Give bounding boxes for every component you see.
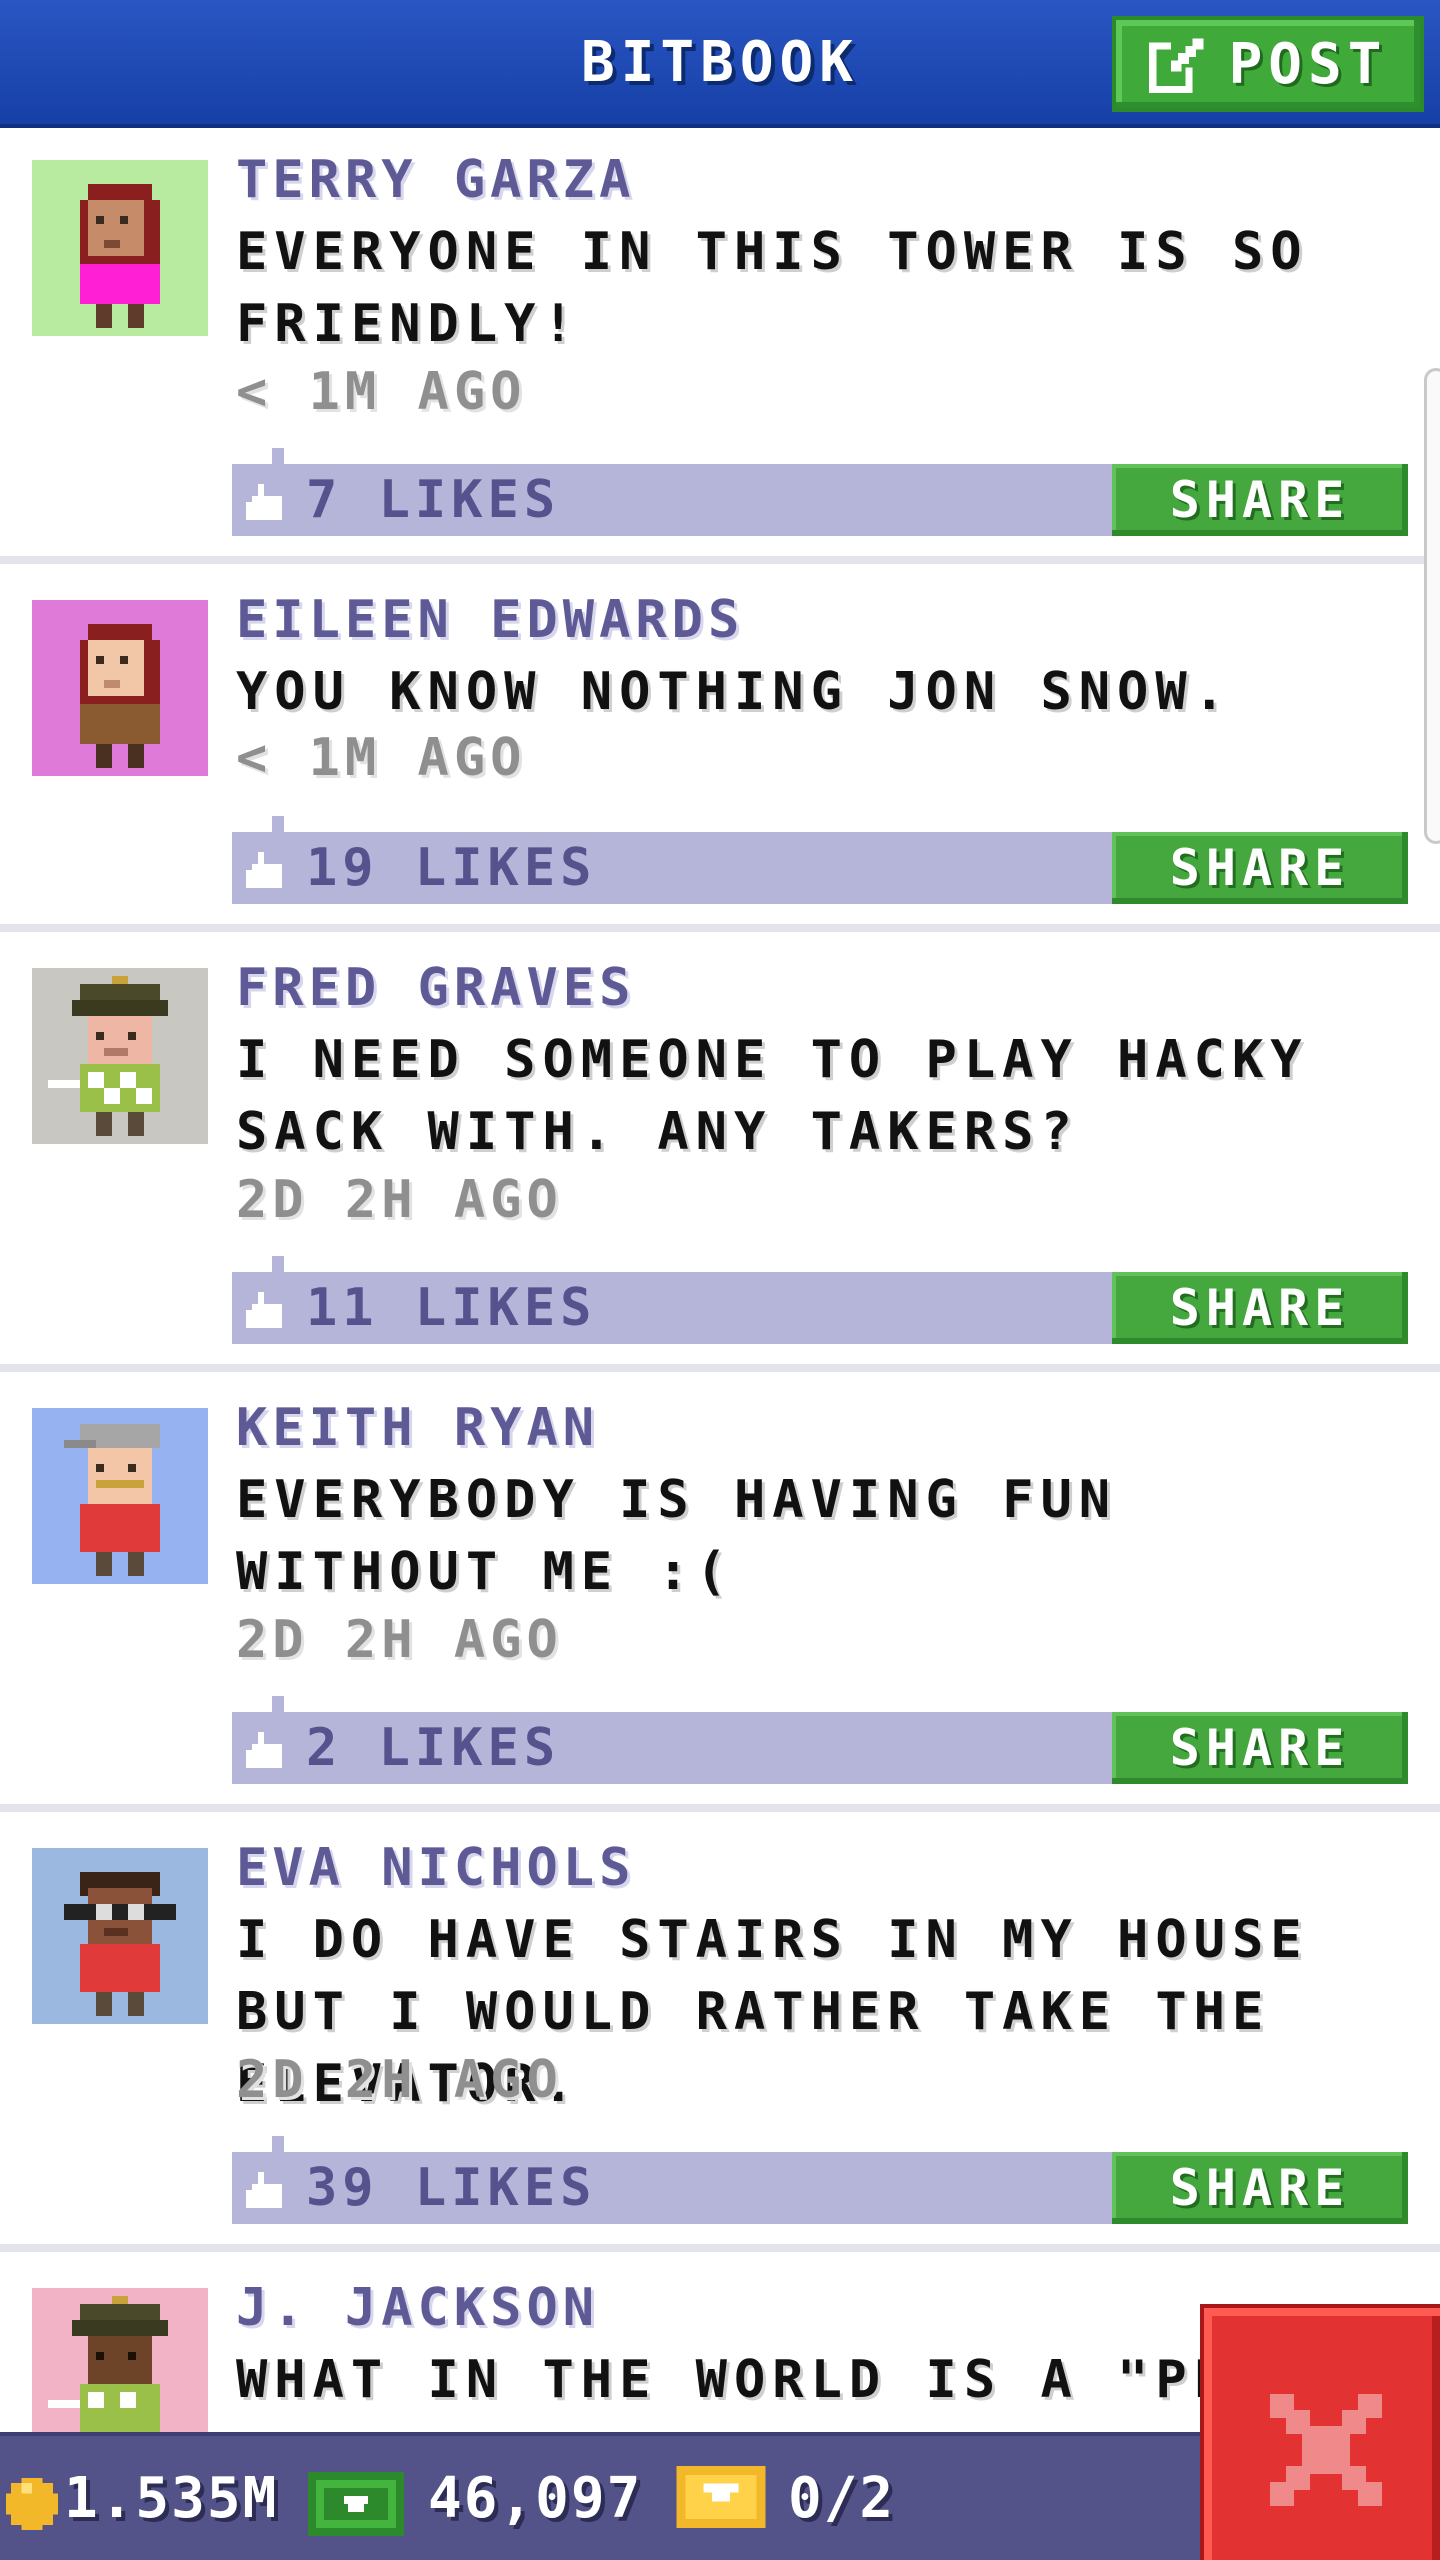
scrollbar[interactable] <box>1424 368 1440 844</box>
thumbs-up-icon <box>246 1732 282 1768</box>
close-icon <box>1270 2394 1382 2506</box>
post-time: 2D 2H AGO <box>236 1170 563 1230</box>
like-bar[interactable]: 11 LIKES <box>232 1256 1112 1344</box>
avatar <box>32 1848 208 2024</box>
post-author: TERRY GARZA <box>236 150 636 210</box>
thumbs-up-icon <box>246 852 282 888</box>
like-bar[interactable]: 7 LIKES <box>232 448 1112 536</box>
like-bar[interactable]: 39 LIKES <box>232 2136 1112 2224</box>
divider <box>0 2244 1440 2252</box>
like-count: 19 LIKES <box>306 838 597 898</box>
cash-icon <box>308 2472 404 2536</box>
avatar <box>32 968 208 1144</box>
like-count: 11 LIKES <box>306 1278 597 1338</box>
share-button[interactable]: SHARE <box>1112 1712 1408 1784</box>
list-item: FRED GRAVES I NEED SOMEONE TO PLAY HACKY… <box>0 940 1440 1372</box>
post-button-label: POST <box>1228 31 1388 97</box>
avatar <box>32 2288 208 2432</box>
like-bar[interactable]: 19 LIKES <box>232 816 1112 904</box>
post-author: EILEEN EDWARDS <box>236 590 745 650</box>
avatar <box>32 160 208 336</box>
coin-icon <box>6 2478 58 2530</box>
like-count: 2 LIKES <box>306 1718 561 1778</box>
divider <box>0 556 1440 564</box>
like-bar[interactable]: 2 LIKES <box>232 1696 1112 1784</box>
avatar <box>32 600 208 776</box>
share-button[interactable]: SHARE <box>1112 1272 1408 1344</box>
thumbs-up-icon <box>246 2172 282 2208</box>
ticket-count: 0/2 <box>788 2466 896 2531</box>
coin-count: 1.535M <box>64 2466 279 2531</box>
divider <box>0 1364 1440 1372</box>
ticket-icon <box>676 2466 766 2528</box>
like-count: 7 LIKES <box>306 470 561 530</box>
like-count: 39 LIKES <box>306 2158 597 2218</box>
post-author: FRED GRAVES <box>236 958 636 1018</box>
post-message: I NEED SOMEONE TO PLAY HACKY SACK WITH. … <box>236 1030 1309 1162</box>
post-message: EVERYBODY IS HAVING FUN WITHOUT ME :( <box>236 1470 1118 1602</box>
avatar <box>32 1408 208 1584</box>
list-item: KEITH RYAN EVERYBODY IS HAVING FUN WITHO… <box>0 1380 1440 1812</box>
post-time: < 1M AGO <box>236 362 527 422</box>
post-time: 2D 2H AGO <box>236 2050 563 2110</box>
post-author: EVA NICHOLS <box>236 1838 636 1898</box>
share-button[interactable]: SHARE <box>1112 2152 1408 2224</box>
list-item: EVA NICHOLS I DO HAVE STAIRS IN MY HOUSE… <box>0 1820 1440 2252</box>
close-button[interactable] <box>1200 2304 1440 2560</box>
post-author: J. JACKSON <box>236 2278 600 2338</box>
post-button[interactable]: POST <box>1112 16 1424 112</box>
post-message: YOU KNOW NOTHING JON SNOW. <box>236 662 1232 722</box>
app-header: BITBOOK POST <box>0 0 1440 128</box>
post-message: EVERYONE IN THIS TOWER IS SO FRIENDLY! <box>236 222 1309 354</box>
divider <box>0 1804 1440 1812</box>
post-time: 2D 2H AGO <box>236 1610 563 1670</box>
divider <box>0 924 1440 932</box>
edit-icon <box>1148 38 1203 93</box>
list-item: TERRY GARZA EVERYONE IN THIS TOWER IS SO… <box>0 132 1440 564</box>
share-button[interactable]: SHARE <box>1112 464 1408 536</box>
post-time: < 1M AGO <box>236 728 527 788</box>
post-author: KEITH RYAN <box>236 1398 600 1458</box>
post-message: WHAT IN THE WORLD IS A "PEWD <box>236 2350 1236 2410</box>
thumbs-up-icon <box>246 1292 282 1328</box>
share-button[interactable]: SHARE <box>1112 832 1408 904</box>
bux-count: 46,097 <box>428 2466 643 2531</box>
thumbs-up-icon <box>246 484 282 520</box>
